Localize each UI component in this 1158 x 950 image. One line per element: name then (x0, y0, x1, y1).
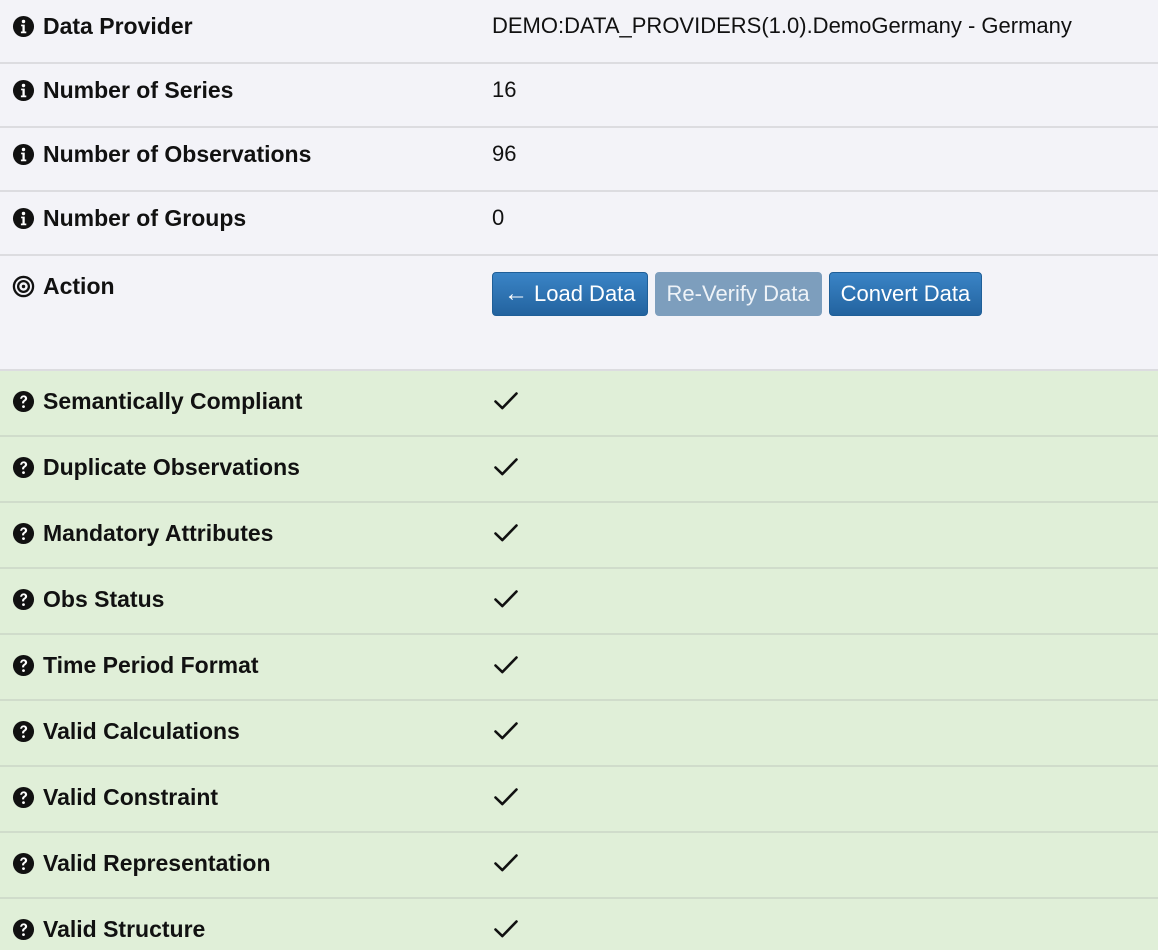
row-label-text: Mandatory Attributes (43, 519, 274, 546)
button-label: Re-Verify Data (666, 280, 810, 306)
row-label-text: Valid Representation (43, 849, 271, 876)
row-value: DEMO:DATA_PROVIDERS(1.0).DemoGermany - G… (492, 13, 1072, 38)
row-label: Duplicate Observations (0, 437, 492, 497)
question-circle-icon[interactable] (12, 786, 35, 809)
row-value (492, 437, 1158, 497)
row-value: 16 (492, 77, 517, 102)
row-label: Semantically Compliant (0, 371, 492, 431)
question-circle-icon[interactable] (12, 654, 35, 677)
row-value (492, 635, 1158, 695)
data-summary-table: Data Provider DEMO:DATA_PROVIDERS(1.0).D… (0, 0, 1158, 950)
checkmark-icon (492, 651, 520, 679)
question-circle-icon[interactable] (12, 456, 35, 479)
info-circle-icon[interactable] (12, 79, 35, 102)
row-label-text: Valid Calculations (43, 717, 240, 744)
row-label-text: Semantically Compliant (43, 387, 303, 414)
question-circle-icon[interactable] (12, 720, 35, 743)
row-label: Mandatory Attributes (0, 503, 492, 563)
row-label: Obs Status (0, 569, 492, 629)
row-label-text: Number of Observations (43, 140, 312, 167)
row-label-text: Number of Series (43, 76, 234, 103)
row-value (492, 569, 1158, 629)
load-data-button[interactable]: ← Load Data (492, 271, 648, 316)
action-buttons: ← Load Data Re-Verify Data Convert Data (492, 256, 1158, 331)
row-value: 0 (492, 205, 505, 230)
question-circle-icon[interactable] (12, 588, 35, 611)
row-label-text: Data Provider (43, 12, 193, 39)
info-circle-icon[interactable] (12, 15, 35, 38)
question-circle-icon[interactable] (12, 852, 35, 875)
row-label: Number of Observations (0, 128, 492, 180)
row-value (492, 371, 1158, 431)
row-label: Valid Structure (0, 899, 492, 950)
question-circle-icon[interactable] (12, 522, 35, 545)
checkmark-icon (492, 585, 520, 613)
row-label-text: Action (43, 272, 115, 299)
check-row-valid-structure: Valid Structure (0, 899, 1158, 950)
info-row-number-of-series: Number of Series 16 (0, 64, 1158, 128)
checkmark-icon (492, 387, 520, 415)
info-row-number-of-groups: Number of Groups 0 (0, 192, 1158, 256)
row-label-text: Valid Structure (43, 915, 206, 942)
row-label-text: Time Period Format (43, 651, 259, 678)
row-value: 96 (492, 141, 517, 166)
row-value (492, 833, 1158, 893)
re-verify-data-button[interactable]: Re-Verify Data (654, 271, 822, 316)
arrow-left-icon: ← (504, 279, 528, 307)
row-label-text: Valid Constraint (43, 783, 219, 810)
check-row-valid-constraint: Valid Constraint (0, 767, 1158, 833)
check-row-valid-representation: Valid Representation (0, 833, 1158, 899)
row-label: Valid Constraint (0, 767, 492, 827)
check-row-valid-calculations: Valid Calculations (0, 701, 1158, 767)
target-icon (12, 275, 35, 298)
checkmark-icon (492, 519, 520, 547)
row-label: Data Provider (0, 0, 492, 52)
checkmark-icon (492, 849, 520, 877)
row-label: Valid Calculations (0, 701, 492, 761)
check-row-time-period-format: Time Period Format (0, 635, 1158, 701)
row-label-text: Number of Groups (43, 204, 247, 231)
row-label: Number of Groups (0, 192, 492, 244)
info-circle-icon[interactable] (12, 143, 35, 166)
convert-data-button[interactable]: Convert Data (828, 271, 983, 316)
row-label: Action (0, 256, 492, 316)
checkmark-icon (492, 453, 520, 481)
check-row-obs-status: Obs Status (0, 569, 1158, 635)
row-value (492, 503, 1158, 563)
checkmark-icon (492, 783, 520, 811)
row-label: Time Period Format (0, 635, 492, 695)
check-row-semantically-compliant: Semantically Compliant (0, 371, 1158, 437)
info-circle-icon[interactable] (12, 207, 35, 230)
row-label: Number of Series (0, 64, 492, 116)
row-label: Valid Representation (0, 833, 492, 893)
row-value (492, 767, 1158, 827)
info-row-data-provider: Data Provider DEMO:DATA_PROVIDERS(1.0).D… (0, 0, 1158, 64)
checkmark-icon (492, 915, 520, 943)
row-label-text: Duplicate Observations (43, 453, 300, 480)
check-row-mandatory-attributes: Mandatory Attributes (0, 503, 1158, 569)
check-row-duplicate-observations: Duplicate Observations (0, 437, 1158, 503)
info-row-number-of-observations: Number of Observations 96 (0, 128, 1158, 192)
row-value (492, 899, 1158, 950)
checkmark-icon (492, 717, 520, 745)
button-label: Load Data (534, 280, 636, 306)
question-circle-icon[interactable] (12, 390, 35, 413)
row-value (492, 701, 1158, 761)
button-label: Convert Data (840, 280, 971, 306)
validation-checks: Semantically Compliant Duplicate Observa… (0, 371, 1158, 950)
row-label-text: Obs Status (43, 585, 165, 612)
question-circle-icon[interactable] (12, 918, 35, 941)
action-row: Action ← Load Data Re-Verify Data Conver… (0, 256, 1158, 371)
